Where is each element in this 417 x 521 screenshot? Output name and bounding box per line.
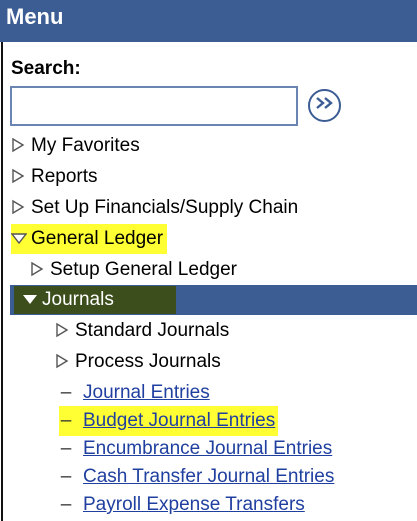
menu-item-standard-journals[interactable]: Standard Journals	[55, 316, 229, 346]
triangle-right-icon	[11, 137, 27, 155]
dash-bullet: –	[60, 410, 72, 431]
dash-bullet: –	[60, 382, 72, 403]
menu-item-label: My Favorites	[31, 135, 140, 156]
menu-item-label: General Ledger	[31, 228, 164, 249]
link-label[interactable]: Payroll Expense Transfers	[83, 494, 305, 516]
triangle-down-icon	[10, 230, 28, 248]
search-go-button[interactable]	[308, 89, 341, 122]
triangle-down-icon	[22, 291, 38, 309]
menu-item-label: Setup General Ledger	[50, 259, 237, 280]
menu-item-label: Process Journals	[75, 351, 221, 372]
search-label: Search:	[11, 58, 81, 79]
menu-item-my-favorites[interactable]: My Favorites	[11, 131, 140, 161]
link-budget-journal-entries[interactable]: – Budget Journal Entries	[59, 406, 279, 436]
double-chevron-right-icon	[315, 96, 335, 115]
triangle-right-icon	[55, 322, 71, 340]
link-encumbrance-journal-entries[interactable]: – Encumbrance Journal Entries	[59, 434, 333, 464]
triangle-right-icon	[55, 353, 71, 371]
link-payroll-expense-transfers[interactable]: – Payroll Expense Transfers	[59, 490, 305, 520]
link-label[interactable]: Encumbrance Journal Entries	[83, 438, 332, 460]
search-input[interactable]	[10, 86, 298, 126]
triangle-right-icon	[11, 199, 27, 217]
menu-item-journals[interactable]: Journals	[14, 286, 176, 314]
menu-item-setup-general-ledger[interactable]: Setup General Ledger	[30, 255, 237, 285]
left-border	[1, 42, 3, 521]
menu-item-label: Standard Journals	[75, 320, 230, 341]
link-label[interactable]: Journal Entries	[83, 382, 210, 404]
triangle-right-icon	[30, 261, 46, 279]
menu-item-process-journals[interactable]: Process Journals	[55, 347, 221, 377]
triangle-right-icon	[11, 168, 27, 186]
menu-item-label: Journals	[42, 289, 114, 310]
menu-item-set-up-financials[interactable]: Set Up Financials/Supply Chain	[11, 193, 298, 223]
link-cash-transfer-journal-entries[interactable]: – Cash Transfer Journal Entries	[59, 462, 335, 492]
link-journal-entries[interactable]: – Journal Entries	[59, 378, 210, 408]
link-label[interactable]: Cash Transfer Journal Entries	[83, 466, 334, 488]
menu-item-general-ledger[interactable]: General Ledger	[10, 224, 168, 254]
menu-item-reports[interactable]: Reports	[11, 162, 98, 192]
dash-bullet: –	[60, 494, 72, 515]
menu-title: Menu	[6, 4, 64, 29]
dash-bullet: –	[60, 438, 72, 459]
menu-item-label: Set Up Financials/Supply Chain	[31, 197, 299, 218]
menu-item-label: Reports	[31, 166, 98, 187]
menu-header: Menu	[0, 0, 417, 42]
dash-bullet: –	[60, 466, 72, 487]
link-label[interactable]: Budget Journal Entries	[83, 410, 275, 432]
